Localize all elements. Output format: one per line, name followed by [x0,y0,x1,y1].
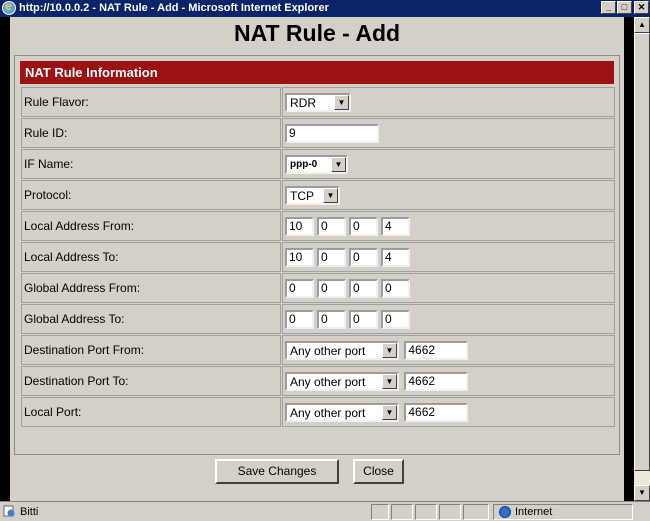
minimize-button[interactable]: _ [601,1,616,14]
protocol-label: Protocol: [21,180,281,210]
page-title: NAT Rule - Add [233,20,401,46]
form-row: Destination Port From: Any other port ▼ … [21,335,615,365]
local-from-octet-1[interactable]: 10 [285,216,314,236]
dest-port-to-input[interactable]: 4662 [404,371,469,391]
chevron-down-icon[interactable]: ▼ [382,404,397,420]
global-to-octet-3[interactable]: 0 [349,309,378,329]
dest-port-from-select-value: Any other port [290,343,366,358]
internet-zone-icon [499,506,511,518]
protocol-select[interactable]: TCP ▼ [285,185,340,205]
local-address-from-label: Local Address From: [21,211,281,241]
local-to-octet-1[interactable]: 10 [285,247,314,267]
local-port-input[interactable]: 4662 [404,402,469,422]
local-port-label: Local Port: [21,397,281,427]
status-cell [439,504,461,520]
close-window-button[interactable]: ✕ [634,1,649,14]
chevron-down-icon[interactable]: ▼ [382,373,397,389]
chevron-down-icon[interactable]: ▼ [331,156,346,172]
form-row: Destination Port To: Any other port ▼ 46… [21,366,615,396]
rule-flavor-value: RDR [290,95,316,110]
global-from-octet-4[interactable]: 0 [381,278,410,298]
local-address-to-label: Local Address To: [21,242,281,272]
dest-port-to-select-value: Any other port [290,374,366,389]
rule-id-label: Rule ID: [21,118,281,148]
rule-id-input[interactable]: 9 [285,123,379,143]
save-changes-button[interactable]: Save Changes [215,459,339,484]
form-row: IF Name: ppp-0 ▼ [21,149,615,179]
global-from-octet-2[interactable]: 0 [317,278,346,298]
zone-cell [493,504,633,520]
dest-port-from-input[interactable]: 4662 [404,340,469,360]
status-cell [371,504,389,520]
global-from-octet-1[interactable]: 0 [285,278,314,298]
dest-port-from-label: Destination Port From: [21,335,281,365]
global-from-octet-3[interactable]: 0 [349,278,378,298]
maximize-button[interactable]: □ [617,1,632,14]
form-row: Global Address From: 0000 [21,273,615,303]
status-cell [415,504,437,520]
window-title: http://10.0.0.2 - NAT Rule - Add - Micro… [19,2,329,14]
if-name-select[interactable]: ppp-0 ▼ [285,154,348,174]
dest-port-from-select[interactable]: Any other port ▼ [285,340,399,360]
local-from-octet-2[interactable]: 0 [317,216,346,236]
global-address-to-label: Global Address To: [21,304,281,334]
local-to-octet-3[interactable]: 0 [349,247,378,267]
chevron-down-icon[interactable]: ▼ [323,187,338,203]
global-to-octet-2[interactable]: 0 [317,309,346,329]
global-to-octet-1[interactable]: 0 [285,309,314,329]
close-button[interactable]: Close [353,459,404,484]
status-cell [391,504,413,520]
global-address-from-label: Global Address From: [21,273,281,303]
window-left-border [0,17,10,501]
protocol-value: TCP [290,188,314,203]
dest-port-to-select[interactable]: Any other port ▼ [285,371,399,391]
form-row: Protocol: TCP ▼ [21,180,615,210]
form-row: Rule ID: 9 [21,118,615,148]
rule-flavor-label: Rule Flavor: [21,87,281,117]
form-row: Local Address To: 10 0 0 4 [21,242,615,272]
if-name-label: IF Name: [21,149,281,179]
window-right-border [624,17,634,501]
if-name-value: ppp-0 [290,158,318,170]
nat-rule-panel: NAT Rule Information Rule Flavor: RDR ▼ … [14,55,620,455]
scroll-thumb[interactable] [634,33,650,471]
chevron-down-icon[interactable]: ▼ [382,342,397,358]
local-from-octet-3[interactable]: 0 [349,216,378,236]
status-text: Bitti [20,506,39,518]
page-done-icon [3,505,15,517]
local-to-octet-2[interactable]: 0 [317,247,346,267]
ie-icon [2,0,16,15]
dest-port-to-label: Destination Port To: [21,366,281,396]
rule-flavor-select[interactable]: RDR ▼ [285,92,351,112]
nat-rule-form: Rule Flavor: RDR ▼ Rule ID: 9 IF Name: p… [20,86,616,428]
window-titlebar: http://10.0.0.2 - NAT Rule - Add - Micro… [0,0,650,17]
zone-text: Internet [515,506,553,518]
section-header: NAT Rule Information [20,61,614,84]
local-port-select[interactable]: Any other port ▼ [285,402,399,422]
vertical-scrollbar[interactable]: ▲ ▼ [634,17,650,501]
scroll-up-icon[interactable]: ▲ [634,17,650,33]
form-row: Local Address From: 10 0 0 4 [21,211,615,241]
form-row: Local Port: Any other port ▼ 4662 [21,397,615,427]
form-row: Global Address To: 0000 [21,304,615,334]
local-to-octet-4[interactable]: 4 [381,247,410,267]
global-to-octet-4[interactable]: 0 [381,309,410,329]
chevron-down-icon[interactable]: ▼ [334,94,349,110]
local-from-octet-4[interactable]: 4 [381,216,410,236]
status-cell [463,504,489,520]
page-content: NAT Rule - Add NAT Rule Information Rule… [10,17,624,501]
local-port-select-value: Any other port [290,405,366,420]
form-row: Rule Flavor: RDR ▼ [21,87,615,117]
status-bar: Bitti Internet [0,501,650,521]
scroll-down-icon[interactable]: ▼ [634,485,650,501]
